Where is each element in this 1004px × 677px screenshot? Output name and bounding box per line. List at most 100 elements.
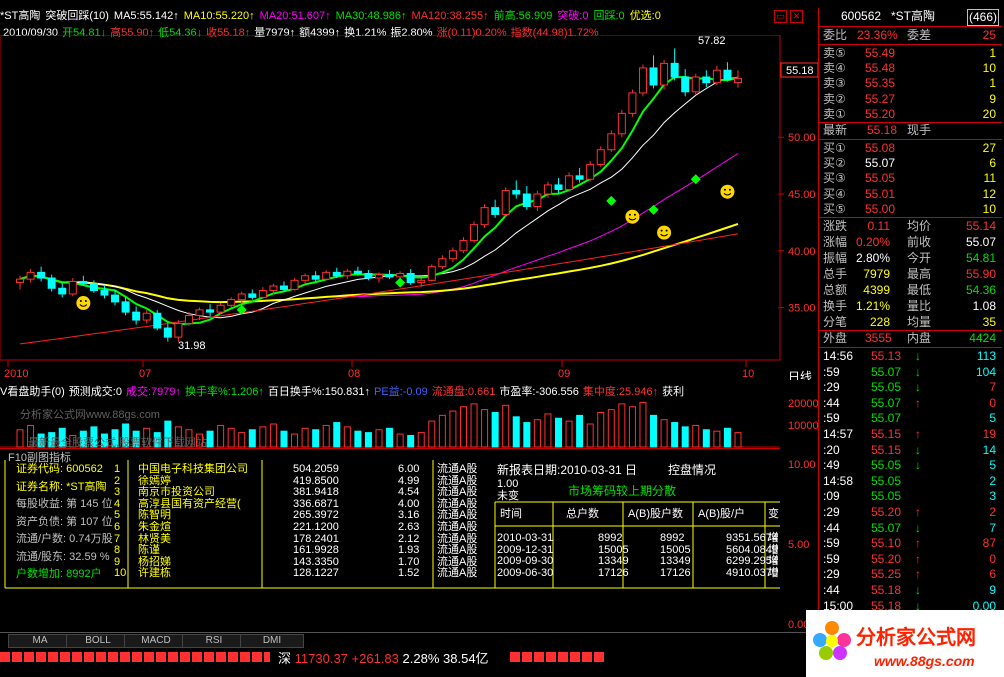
holder-name: 中国电子科技集团公司	[138, 463, 248, 475]
tick-row: :09 55.05 3	[819, 489, 1002, 504]
close-icon[interactable]: ✕	[790, 10, 803, 23]
holder-rank: 10	[114, 567, 127, 580]
holder-pct: 2.63	[398, 521, 420, 533]
volume-bar	[597, 412, 605, 448]
stock-title[interactable]: *ST高陶	[0, 10, 40, 22]
holder-shares: 161.9928	[293, 544, 339, 557]
tick-arrow: ↓	[915, 380, 921, 395]
candle-body	[596, 149, 605, 165]
tick-row: :44 55.18 ↓ 9	[819, 583, 1002, 598]
sell-label: 卖③	[823, 76, 846, 91]
candle-body	[448, 250, 457, 260]
tick-volume: 5	[989, 411, 996, 426]
candlesticks[interactable]	[16, 48, 742, 342]
period-label[interactable]: 日线	[788, 370, 812, 380]
quote-rank[interactable]: (466)	[967, 9, 1000, 26]
candle-body	[163, 327, 172, 338]
candle-body	[565, 175, 574, 190]
buy-level-row: 买① 55.08 27	[819, 141, 1002, 156]
volume-bar	[523, 422, 531, 448]
buy-label: 买②	[823, 156, 846, 171]
indicator-name[interactable]: 突破回踩(10)	[45, 10, 109, 22]
holder-name: 杨招娣	[138, 555, 171, 568]
diamond-signal-icon	[606, 195, 617, 206]
tick-arrow: ↓	[915, 583, 921, 597]
table-cell: 增	[768, 532, 779, 544]
quote-title: 600562 *ST高陶 (466)	[819, 9, 1002, 26]
buy-price: 55.07	[865, 156, 896, 171]
volume-bar	[607, 409, 615, 448]
tab-dmi[interactable]: DMI	[240, 634, 304, 648]
ma10-value: MA10:55.220↑	[183, 10, 255, 22]
stat-row: 总额 4399 最低 54.36	[819, 283, 1002, 298]
volume-bar	[533, 419, 541, 448]
tick-row: 14:58 55.05 2	[819, 474, 1002, 489]
sell-level-row: 卖② 55.27 9	[819, 92, 1002, 107]
volume-bar	[544, 413, 552, 448]
candle-body	[438, 258, 447, 268]
x-tick-label: 10	[742, 368, 754, 380]
tab-macd[interactable]: MACD	[124, 634, 188, 648]
tab-boll[interactable]: BOLL	[66, 634, 130, 648]
stat-label: 今开	[907, 251, 932, 265]
tick-row: :29 55.05 ↓ 7	[819, 380, 1002, 395]
volume-bar	[227, 427, 235, 448]
holder-shares: 221.1200	[293, 521, 339, 533]
kline-chart[interactable]: 35.00 40.00 45.00 50.00 2010 07 08 09 10 55.18 5…	[0, 35, 818, 380]
volume-bar	[555, 417, 562, 448]
table-cell: 2009-09-30	[497, 555, 554, 567]
sell-volume: 10	[982, 61, 996, 76]
candle-body	[470, 224, 479, 242]
table-cell: 15005	[660, 543, 691, 556]
table-cell: 17126	[598, 566, 629, 579]
tick-row: :59 55.20 ↑ 0	[819, 552, 1002, 567]
stat-value: 4399	[863, 283, 890, 297]
restore-icon[interactable]: ▭	[774, 10, 787, 23]
volume-bar	[481, 409, 489, 448]
tab-rsi[interactable]: RSI	[182, 634, 246, 648]
table-header: 总户数	[566, 508, 599, 520]
market-index-value: 11730.37	[294, 651, 348, 666]
tick-time: :29	[823, 567, 840, 582]
stat-value: 35	[982, 315, 996, 329]
holder-type: 流通A股	[437, 521, 478, 533]
tick-row: 14:57 55.15 ↑ 19	[819, 427, 1002, 442]
holder-shares: 419.8500	[293, 474, 339, 487]
stat-label: 最高	[907, 267, 932, 281]
volume-chart[interactable]: 分析家公式网www.88gs.com 最新最全股票公式,股票软件下载网站 200…	[0, 396, 818, 448]
tab-ma[interactable]: MA	[8, 634, 72, 648]
candle-body	[248, 293, 257, 298]
buy-volume: 6	[989, 156, 996, 171]
candle-body	[617, 112, 626, 135]
quote-name: *ST高陶	[891, 9, 936, 23]
diamond-signal-icon	[395, 277, 406, 288]
market-index-change: +261.83	[351, 651, 399, 666]
candle-body	[47, 277, 56, 289]
sub-tick-top: 10.00	[788, 460, 816, 471]
stat-row: 振幅 2.80% 今开 54.81	[819, 251, 1002, 266]
tick-row: :59 55.07 5	[819, 411, 1002, 426]
tick-row: :49 55.05 ↓ 5	[819, 458, 1002, 473]
holder-name: 南京市投资公司	[138, 486, 215, 499]
ma20-value: MA20:51.607↑	[259, 10, 331, 22]
table-cell: 增	[768, 555, 779, 567]
tick-time: :44	[823, 395, 840, 410]
volume-bar	[386, 427, 394, 448]
candle-body	[258, 290, 267, 298]
candle-body	[100, 290, 109, 296]
sell-price: 55.20	[865, 106, 896, 121]
sell-label: 卖④	[823, 61, 846, 76]
holder-pct: 1.70	[398, 555, 420, 568]
table-cell: 2009-12-31	[497, 543, 554, 556]
holder-name: 许建栋	[138, 567, 171, 580]
market-index[interactable]: 深 11730.37 +261.83 2.28% 38.54亿	[278, 648, 489, 667]
candle-body	[279, 285, 288, 290]
candle-body	[237, 293, 246, 301]
f10-info-0: 证券代码: 600562	[16, 463, 103, 475]
signal-markers	[76, 174, 735, 315]
tick-row: :20 55.15 ↓ 14	[819, 443, 1002, 458]
stat-row: 换手 1.21% 量比 1.08	[819, 299, 1002, 314]
stat-value: 0.11	[867, 219, 890, 233]
control-value: 1.00	[497, 478, 519, 490]
candle-body	[660, 62, 669, 86]
